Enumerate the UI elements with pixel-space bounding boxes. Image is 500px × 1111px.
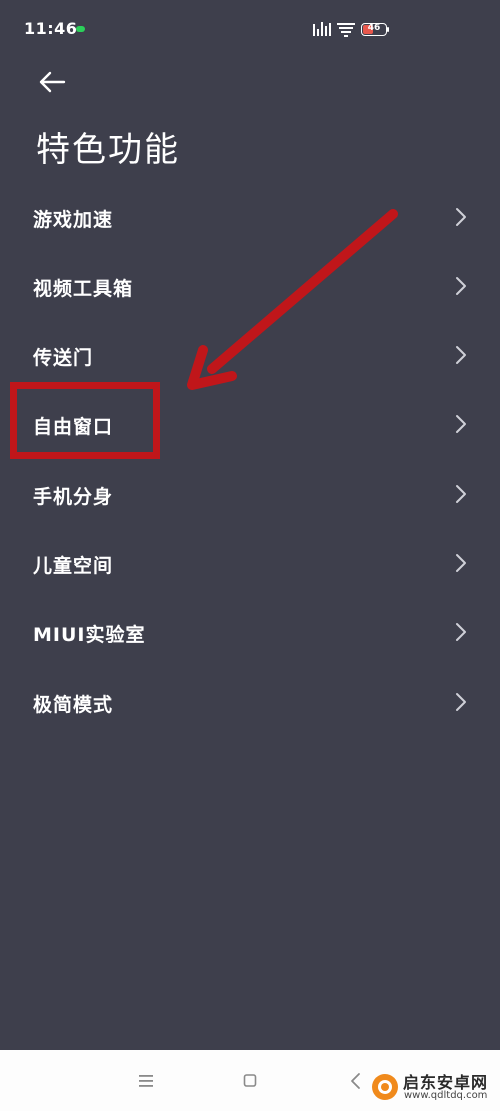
menu-item-minimal-mode[interactable]: 极简模式 bbox=[0, 669, 500, 738]
watermark: 启东安卓网 www.qdltdq.com bbox=[367, 1066, 497, 1108]
watermark-logo-icon bbox=[372, 1074, 398, 1100]
chevron-right-icon bbox=[456, 693, 466, 711]
red-arrow-annotation bbox=[187, 209, 398, 390]
watermark-url: www.qdltdq.com bbox=[404, 1090, 488, 1101]
menu-icon[interactable] bbox=[137, 1074, 157, 1088]
menu-item-label: 极简模式 bbox=[33, 694, 114, 716]
chevron-right-icon bbox=[456, 623, 466, 641]
home-icon[interactable] bbox=[243, 1074, 259, 1088]
back-icon[interactable] bbox=[349, 1072, 363, 1090]
menu-item-miui-lab[interactable]: MIUI实验室 bbox=[0, 599, 500, 668]
menu-item-label: MIUI实验室 bbox=[33, 624, 146, 646]
